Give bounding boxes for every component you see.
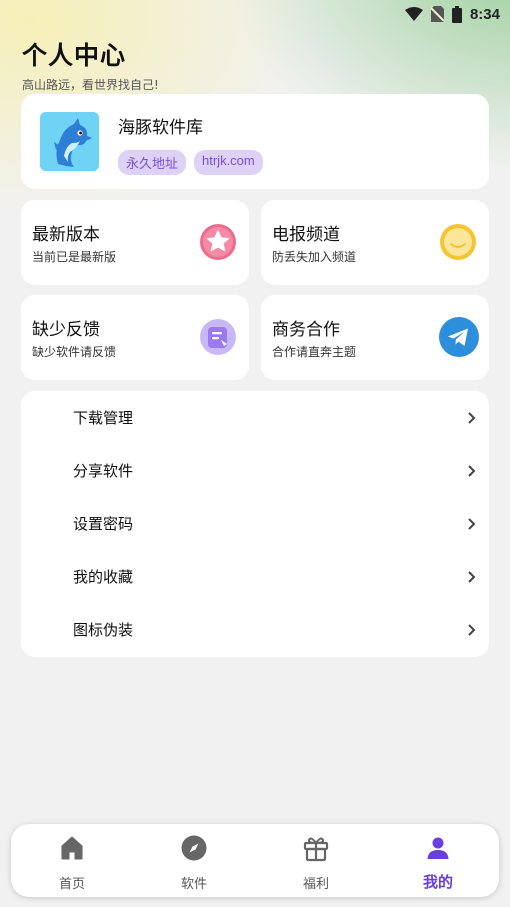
tab-label: 首页 <box>58 877 85 892</box>
page-header: 个人中心 高山路远，看世界找自己! <box>22 36 159 93</box>
chevron-right-icon <box>468 464 476 477</box>
tab-mine[interactable]: 我的 <box>377 824 499 897</box>
menu-item-label: 我的收藏 <box>73 568 134 586</box>
tag-domain[interactable]: htrjk.com <box>194 150 263 175</box>
profile-tags: 永久地址 htrjk.com <box>118 150 263 175</box>
grid-card-subtitle: 合作请直奔主题 <box>272 345 357 359</box>
menu-item-share-software[interactable]: 分享软件 <box>21 444 489 497</box>
tag-permanent-address[interactable]: 永久地址 <box>118 150 187 175</box>
menu-item-download-manager[interactable]: 下载管理 <box>21 391 489 444</box>
chevron-right-icon <box>468 411 476 424</box>
gift-icon <box>303 837 329 862</box>
tab-label: 软件 <box>180 877 207 892</box>
settings-menu: 下载管理 分享软件 设置密码 我的收藏 图标伪装 <box>21 391 489 657</box>
wifi-icon <box>404 7 423 21</box>
status-bar: 8:34 <box>0 0 510 28</box>
dolphin-avatar <box>40 112 99 171</box>
menu-item-set-password[interactable]: 设置密码 <box>21 497 489 550</box>
tab-home[interactable]: 首页 <box>11 824 133 897</box>
menu-item-label: 分享软件 <box>73 462 134 480</box>
menu-item-favorites[interactable]: 我的收藏 <box>21 550 489 603</box>
tab-label: 我的 <box>422 873 453 891</box>
profile-name: 海豚软件库 <box>118 118 203 138</box>
menu-item-label: 下载管理 <box>73 409 134 427</box>
page-title: 个人中心 <box>22 41 127 70</box>
grid-card-latest-version[interactable]: 最新版本 当前已是最新版 <box>21 200 249 285</box>
grid-card-feedback[interactable]: 缺少反馈 缺少软件请反馈 <box>21 295 249 380</box>
tab-welfare[interactable]: 福利 <box>255 824 377 897</box>
grid-card-subtitle: 当前已是最新版 <box>32 250 117 264</box>
chevron-right-icon <box>468 517 476 530</box>
user-icon <box>427 837 449 859</box>
home-icon <box>61 836 83 860</box>
grid-card-title: 最新版本 <box>32 225 100 245</box>
grid-card-telegram-channel[interactable]: 电报频道 防丢失加入频道 <box>261 200 489 285</box>
tab-label: 福利 <box>302 877 329 892</box>
compass-icon <box>181 835 207 861</box>
telegram-icon <box>439 317 479 357</box>
bottom-tab-bar: 首页 软件 福利 我的 <box>11 824 499 897</box>
grid-card-business[interactable]: 商务合作 合作请直奔主题 <box>261 295 489 380</box>
menu-item-label: 图标伪装 <box>73 621 134 639</box>
star-icon <box>199 223 237 261</box>
page-subtitle: 高山路远，看世界找自己! <box>22 78 159 92</box>
grid-card-title: 商务合作 <box>272 320 340 340</box>
tab-software[interactable]: 软件 <box>133 824 255 897</box>
grid-card-subtitle: 防丢失加入频道 <box>272 250 357 264</box>
grid-card-title: 缺少反馈 <box>32 320 100 340</box>
chevron-right-icon <box>468 570 476 583</box>
status-time: 8:34 <box>469 5 500 23</box>
no-sim-icon <box>430 6 444 22</box>
chevron-right-icon <box>468 623 476 636</box>
chat-bubble-icon <box>439 223 477 261</box>
menu-item-icon-disguise[interactable]: 图标伪装 <box>21 603 489 656</box>
menu-item-label: 设置密码 <box>73 515 134 533</box>
battery-icon <box>451 5 462 23</box>
grid-card-subtitle: 缺少软件请反馈 <box>32 345 117 359</box>
profile-card[interactable]: 海豚软件库 永久地址 htrjk.com <box>21 94 489 189</box>
feedback-icon <box>199 318 237 356</box>
grid-card-title: 电报频道 <box>272 225 340 245</box>
